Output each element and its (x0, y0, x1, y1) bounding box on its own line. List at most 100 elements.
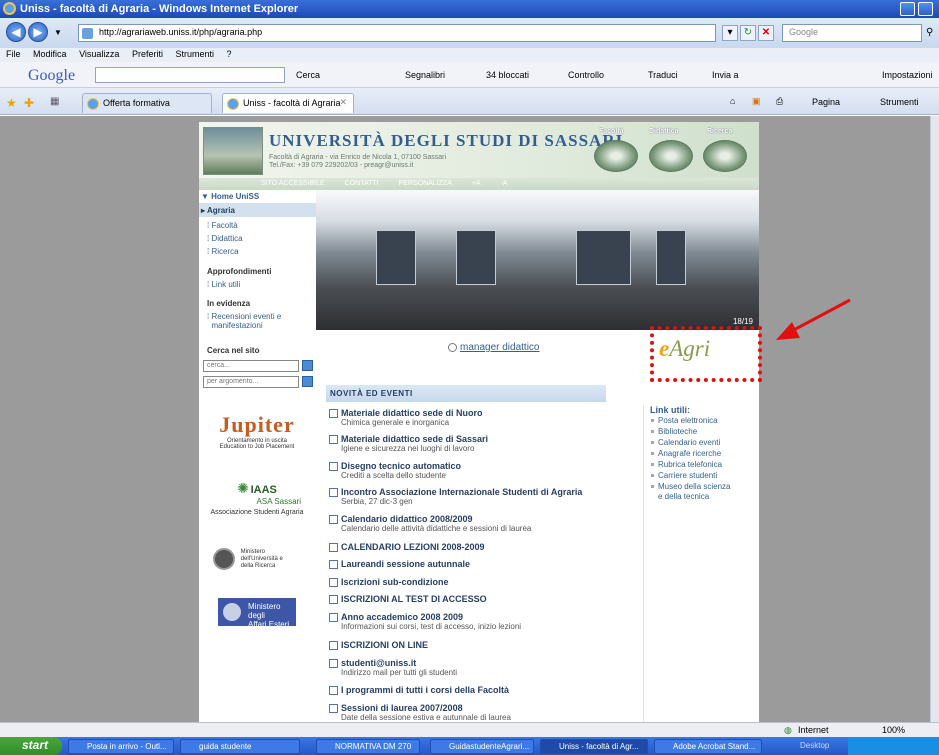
forward-button[interactable]: ▶ (28, 22, 48, 42)
iaas-logo[interactable]: ✺ IAAS ASA Sassari Associazione Studenti… (203, 480, 311, 516)
mae-logo[interactable]: Ministero degli Affari Esteri (203, 598, 311, 629)
back-button[interactable]: ◀ (6, 22, 26, 42)
translate-button[interactable]: Traduci (648, 70, 678, 80)
link-personalizza[interactable]: PERSONALIZZA (399, 180, 452, 187)
link-anagrafe-ricerche[interactable]: Anagrafe ricerche (650, 448, 753, 459)
quick-tabs-icon[interactable]: ▦ (50, 96, 59, 107)
google-search-button[interactable]: Cerca (296, 70, 320, 80)
sidebar-item-agraria[interactable]: ▸ Agraria (199, 203, 316, 217)
didattica-image[interactable] (649, 140, 693, 172)
sidebar-item-didattica[interactable]: ⁞ Didattica (207, 234, 243, 243)
link-biblioteche[interactable]: Biblioteche (650, 426, 753, 437)
taskbar-item-guida[interactable]: guida studente (180, 739, 300, 754)
print-icon[interactable]: ⎙ (776, 96, 783, 107)
taskbar-item-normativa[interactable]: NORMATIVA DM 270 (316, 739, 420, 754)
send-to-button[interactable]: Invia a (712, 70, 739, 80)
news-title[interactable]: Materiale didattico sede di Nuoro (341, 408, 483, 418)
stop-icon[interactable]: ✕ (758, 25, 774, 41)
topic-search-go-button[interactable] (302, 376, 313, 387)
building-window (376, 230, 416, 285)
news-subtitle: Serbia, 27 dic-3 gen (341, 497, 413, 506)
address-dropdown-icon[interactable]: ▾ (722, 25, 738, 41)
maximize-button[interactable] (918, 2, 933, 16)
refresh-icon[interactable]: ↻ (740, 25, 756, 41)
nav-facolta[interactable]: Facoltà (599, 128, 624, 135)
iaas-wordmark: IAAS (250, 484, 277, 496)
tools-menu[interactable]: Strumenti (880, 97, 919, 107)
news-title[interactable]: Anno accademico 2008 2009 (341, 612, 463, 622)
news-title[interactable]: Laureandi sessione autunnale (341, 559, 470, 569)
taskbar-item-acrobat[interactable]: Adobe Acrobat Stand... (654, 739, 762, 754)
tab-close-icon[interactable]: ✕ (339, 97, 347, 108)
google-settings-button[interactable]: Impostazioni (882, 70, 933, 80)
spellcheck-button[interactable]: Controllo (568, 70, 604, 80)
ricerca-image[interactable] (703, 140, 747, 172)
start-button[interactable]: start (0, 737, 62, 755)
menu-preferiti[interactable]: Preferiti (132, 49, 163, 59)
jupiter-logo[interactable]: Jupiter Orientamento in uscita Education… (203, 412, 311, 450)
address-bar[interactable]: http://agrariaweb.uniss.it/php/agraria.p… (78, 24, 716, 42)
bookmarks-button[interactable]: Segnalibri (405, 70, 445, 80)
menu-strumenti[interactable]: Strumenti (175, 49, 214, 59)
faculty-address: Facoltà di Agraria - via Enrico de Nicol… (269, 154, 446, 170)
news-title[interactable]: Disegno tecnico automatico (341, 461, 461, 471)
site-search-input[interactable]: cerca... (203, 360, 299, 372)
manager-didattico-link[interactable]: manager didattico (448, 342, 540, 353)
font-decrease-link[interactable]: -A (501, 180, 508, 187)
link-carriere-studenti[interactable]: Carriere studenti (650, 470, 753, 481)
google-search-input[interactable] (95, 67, 285, 83)
taskbar-item-uniss[interactable]: Uniss - facoltà di Agr... (540, 739, 648, 754)
search-icon[interactable]: ⚲ (926, 27, 933, 38)
news-title[interactable]: Iscrizioni sub-condizione (341, 577, 449, 587)
sidebar-item-facolta[interactable]: ⁞ Facoltà (207, 221, 238, 230)
minimize-button[interactable] (900, 2, 915, 16)
tab-uniss-agraria[interactable]: Uniss - facoltà di Agraria ✕ (222, 93, 354, 113)
taskbar-item-outlook[interactable]: Posta in arrivo - Outl... (68, 739, 174, 754)
add-favorite-icon[interactable]: ✚ (24, 96, 34, 110)
search-input[interactable]: Google (782, 24, 922, 42)
nav-ricerca[interactable]: Ricerca (707, 128, 732, 135)
menu-visualizza[interactable]: Visualizza (79, 49, 119, 59)
font-increase-link[interactable]: +A (472, 180, 481, 187)
menu-modifica[interactable]: Modifica (33, 49, 67, 59)
news-title[interactable]: ISCRIZIONI ON LINE (341, 640, 428, 650)
feeds-icon[interactable]: ▣ (752, 96, 761, 107)
tab-offerta-formativa[interactable]: Offerta formativa (82, 93, 212, 113)
news-title[interactable]: I programmi di tutti i corsi della Facol… (341, 685, 509, 695)
sidebar-item-ricerca[interactable]: ⁞ Ricerca (207, 247, 239, 256)
site-search-go-button[interactable] (302, 360, 313, 371)
facolta-image[interactable] (594, 140, 638, 172)
taskbar-item-guidastudente[interactable]: GuidastudenteAgrari... (430, 739, 534, 754)
link-posta-elettronica[interactable]: Posta elettronica (650, 415, 753, 426)
menu-file[interactable]: File (6, 49, 21, 59)
news-title[interactable]: Sessioni di laurea 2007/2008 (341, 703, 463, 713)
sidebar-item-recensioni[interactable]: ⁞ Recensioni eventi e manifestazioni (207, 312, 281, 330)
link-rubrica-telefonica[interactable]: Rubrica telefonica (650, 459, 753, 470)
news-title[interactable]: studenti@uniss.it (341, 658, 416, 668)
university-name: UNIVERSITÀ DEGLI STUDI DI SASSARI (269, 131, 624, 150)
news-title[interactable]: Calendario didattico 2008/2009 (341, 514, 473, 524)
vertical-scrollbar[interactable] (930, 116, 939, 722)
news-title[interactable]: CALENDARIO LEZIONI 2008-2009 (341, 542, 485, 552)
popup-blocker-button[interactable]: 34 bloccati (486, 70, 529, 80)
desktop-toolbar[interactable]: Desktop (800, 741, 829, 750)
sidebar-item-link-utili[interactable]: ⁞ Link utili (207, 280, 240, 289)
nav-didattica[interactable]: Didattica (649, 128, 679, 135)
zoom-level[interactable]: 100% (882, 725, 905, 735)
history-dropdown-icon[interactable]: ▼ (54, 28, 62, 37)
link-contatti[interactable]: CONTATTI (345, 180, 379, 187)
link-museo-scienza-line-2[interactable]: e della tecnica (650, 492, 753, 501)
page-menu[interactable]: Pagina (812, 97, 840, 107)
news-title[interactable]: Incontro Associazione Internazionale Stu… (341, 487, 582, 497)
link-calendario-eventi[interactable]: Calendario eventi (650, 437, 753, 448)
menu-help[interactable]: ? (227, 49, 232, 59)
topic-search-input[interactable]: per argomento... (203, 376, 299, 388)
favorites-star-icon[interactable]: ★ (6, 96, 17, 110)
news-title[interactable]: Materiale didattico sede di Sassari (341, 434, 488, 444)
link-museo-scienza[interactable]: Museo della scienza (650, 481, 753, 492)
sidebar-item-home[interactable]: ▼ Home UniSS (199, 190, 316, 203)
miur-logo[interactable]: Ministero dell'Università e della Ricerc… (203, 548, 311, 570)
home-icon[interactable]: ⌂ (730, 96, 735, 106)
news-title[interactable]: ISCRIZIONI AL TEST DI ACCESSO (341, 594, 487, 604)
link-sito-accessibile[interactable]: SITO ACCESSIBILE (261, 180, 325, 187)
